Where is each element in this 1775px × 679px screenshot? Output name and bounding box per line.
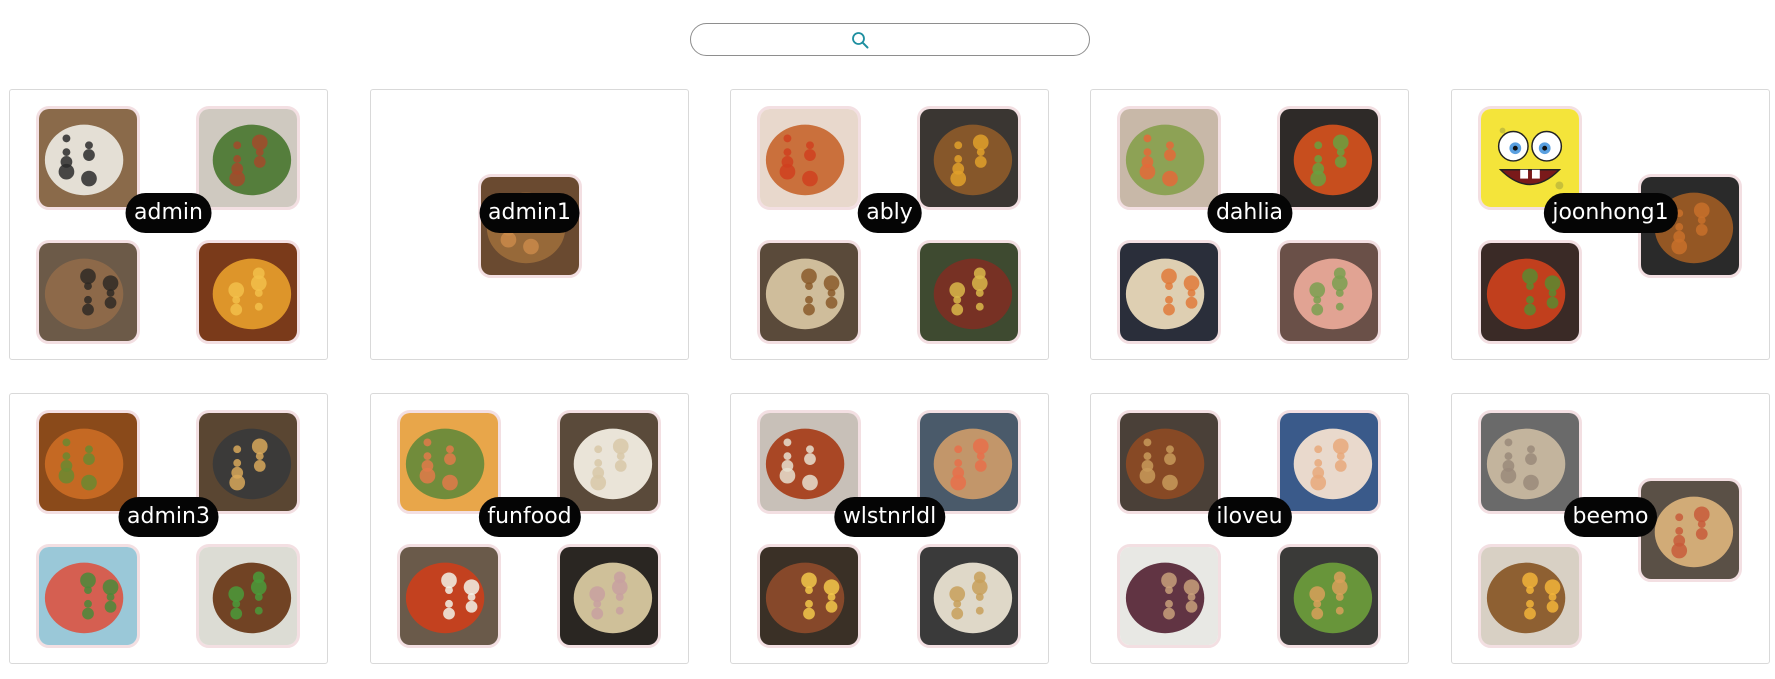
user-card[interactable]: joonhong1 xyxy=(1451,89,1770,360)
user-card[interactable]: beemo xyxy=(1451,393,1770,664)
username-label[interactable]: admin1 xyxy=(479,193,580,233)
food-photo[interactable] xyxy=(397,544,501,648)
food-photo[interactable] xyxy=(917,106,1021,210)
username-label[interactable]: joonhong1 xyxy=(1543,193,1678,233)
username-label[interactable]: wlstnrldl xyxy=(833,497,946,537)
food-photo[interactable] xyxy=(1277,240,1381,344)
food-photo[interactable] xyxy=(1117,544,1221,648)
food-photo[interactable] xyxy=(196,240,300,344)
food-photo[interactable] xyxy=(1478,544,1582,648)
food-photo[interactable] xyxy=(36,240,140,344)
food-photo[interactable] xyxy=(1117,410,1221,514)
food-photo[interactable] xyxy=(1117,106,1221,210)
food-photo[interactable] xyxy=(1277,544,1381,648)
food-photo[interactable] xyxy=(757,106,861,210)
food-photo[interactable] xyxy=(757,544,861,648)
user-card[interactable]: iloveu xyxy=(1090,393,1409,664)
username-label[interactable]: beemo xyxy=(1563,497,1658,537)
food-photo[interactable] xyxy=(1638,478,1742,582)
user-card[interactable]: admin xyxy=(9,89,328,360)
food-photo[interactable] xyxy=(397,410,501,514)
user-card[interactable]: funfood xyxy=(370,393,689,664)
food-photo[interactable] xyxy=(1117,240,1221,344)
food-photo[interactable] xyxy=(557,410,661,514)
user-card[interactable]: admin1 xyxy=(370,89,689,360)
food-photo[interactable] xyxy=(36,410,140,514)
username-label[interactable]: admin3 xyxy=(118,497,219,537)
user-card[interactable]: wlstnrldl xyxy=(730,393,1049,664)
food-photo[interactable] xyxy=(36,106,140,210)
user-card[interactable]: ably xyxy=(730,89,1049,360)
username-label[interactable]: dahlia xyxy=(1206,193,1293,233)
food-photo[interactable] xyxy=(757,240,861,344)
username-label[interactable]: iloveu xyxy=(1207,497,1292,537)
search-icon[interactable] xyxy=(851,31,869,49)
food-photo[interactable] xyxy=(196,544,300,648)
food-photo[interactable] xyxy=(557,544,661,648)
food-photo[interactable] xyxy=(917,544,1021,648)
food-photo[interactable] xyxy=(1478,240,1582,344)
food-photo[interactable] xyxy=(1478,410,1582,514)
username-label[interactable]: funfood xyxy=(478,497,581,537)
food-photo[interactable] xyxy=(1277,410,1381,514)
food-photo[interactable] xyxy=(1277,106,1381,210)
username-label[interactable]: ably xyxy=(857,193,922,233)
food-photo[interactable] xyxy=(196,106,300,210)
food-photo[interactable] xyxy=(196,410,300,514)
food-photo[interactable] xyxy=(917,240,1021,344)
username-label[interactable]: admin xyxy=(125,193,212,233)
search-bar[interactable] xyxy=(690,23,1090,56)
user-card[interactable]: dahlia xyxy=(1090,89,1409,360)
user-card[interactable]: admin3 xyxy=(9,393,328,664)
food-photo[interactable] xyxy=(36,544,140,648)
